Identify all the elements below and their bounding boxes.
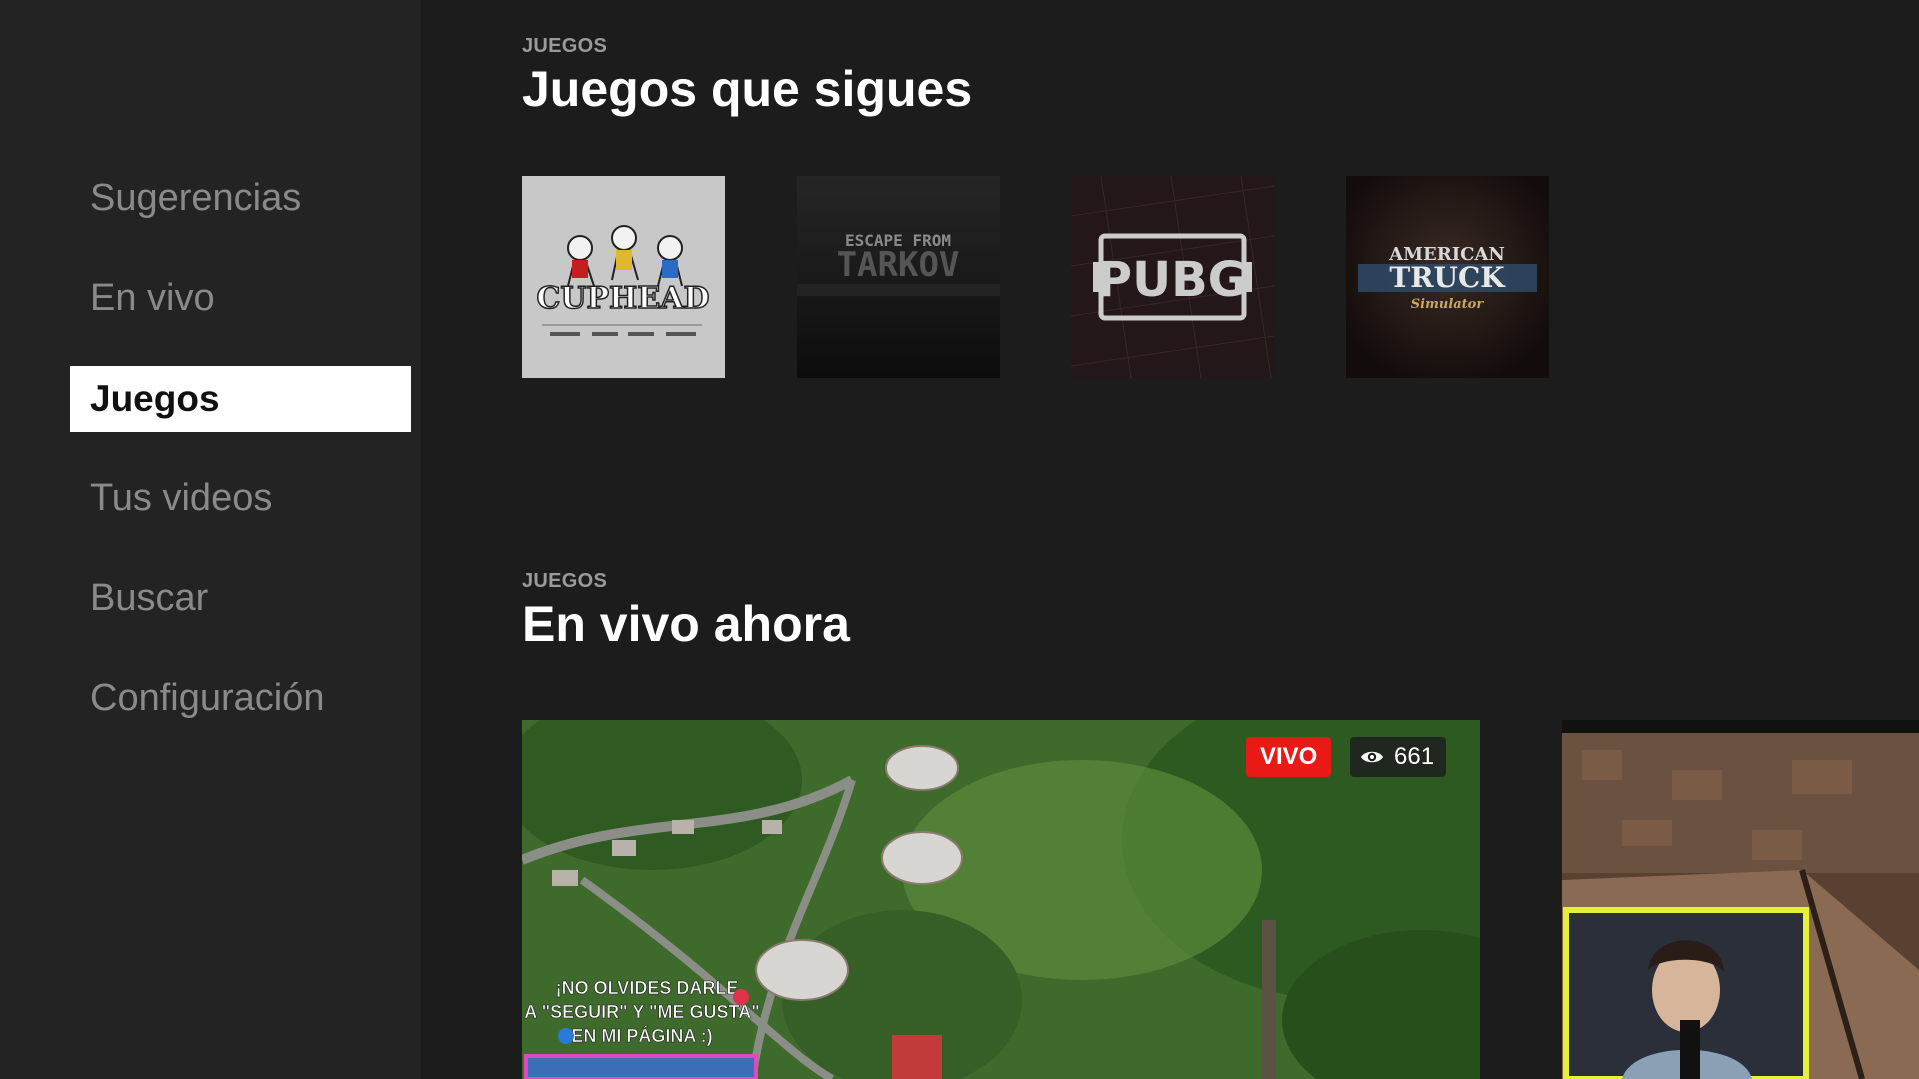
viewer-count-badge: 661 bbox=[1350, 737, 1447, 777]
overlay-line-3: EN MI PÁGINA :) bbox=[571, 1025, 712, 1046]
ats-art: AMERICAN TRUCK Simulator bbox=[1346, 176, 1549, 378]
microphone-icon bbox=[1680, 1020, 1700, 1079]
tarkov-main-text: TARKOV bbox=[837, 245, 960, 285]
ats-sub-text: Simulator bbox=[1411, 297, 1485, 312]
game-tile-pubg[interactable]: PUBG bbox=[1071, 176, 1274, 378]
pubg-art: PUBG bbox=[1071, 176, 1274, 378]
pubg-logo-text: PUBG bbox=[1097, 252, 1247, 308]
cuphead-art: CUPHEAD bbox=[522, 176, 725, 378]
stream-thumbnail: ¡NO OLVIDES DARLE A "SEGUIR" Y "ME GUSTA… bbox=[522, 720, 1480, 1079]
followed-eyebrow: JUEGOS bbox=[522, 35, 608, 57]
game-tile-cuphead[interactable]: CUPHEAD bbox=[522, 176, 725, 378]
viewer-count: 661 bbox=[1394, 743, 1435, 770]
live-eyebrow: JUEGOS bbox=[522, 570, 608, 592]
nav-item-buscar[interactable]: Buscar bbox=[70, 565, 411, 631]
nav-item-sugerencias[interactable]: Sugerencias bbox=[70, 165, 411, 231]
live-title: En vivo ahora bbox=[522, 596, 850, 652]
nav-item-juegos[interactable]: Juegos bbox=[70, 366, 411, 432]
followed-title: Juegos que sigues bbox=[522, 61, 973, 117]
overlay-line-1: ¡NO OLVIDES DARLE bbox=[556, 978, 739, 998]
nav-item-en-vivo[interactable]: En vivo bbox=[70, 265, 411, 331]
game-tile-american-truck[interactable]: AMERICAN TRUCK Simulator bbox=[1346, 176, 1549, 378]
overlay-line-2: A "SEGUIR" Y "ME GUSTA" bbox=[524, 1002, 760, 1022]
nav-item-configuracion[interactable]: Configuración bbox=[70, 665, 411, 731]
stream-thumbnail-2 bbox=[1562, 720, 1919, 1079]
heart-icon bbox=[733, 989, 749, 1005]
live-badge: VIVO bbox=[1246, 737, 1332, 777]
cuphead-logo-text: CUPHEAD bbox=[536, 281, 709, 316]
like-icon bbox=[558, 1028, 574, 1044]
ats-main-text: TRUCK bbox=[1389, 261, 1506, 294]
eye-icon bbox=[1360, 749, 1384, 765]
game-tile-tarkov[interactable]: ESCAPE FROM TARKOV bbox=[797, 176, 1000, 378]
main-content: JUEGOS Juegos que sigues CUPHEAD ESCAPE … bbox=[421, 0, 1919, 1079]
live-stream-card-2[interactable] bbox=[1562, 720, 1919, 1079]
live-stream-card[interactable]: ¡NO OLVIDES DARLE A "SEGUIR" Y "ME GUSTA… bbox=[522, 720, 1480, 1079]
tarkov-art: ESCAPE FROM TARKOV bbox=[797, 176, 1000, 378]
nav-item-tus-videos[interactable]: Tus videos bbox=[70, 465, 411, 531]
sidebar: Sugerencias En vivo Juegos Tus videos Bu… bbox=[0, 0, 421, 1079]
